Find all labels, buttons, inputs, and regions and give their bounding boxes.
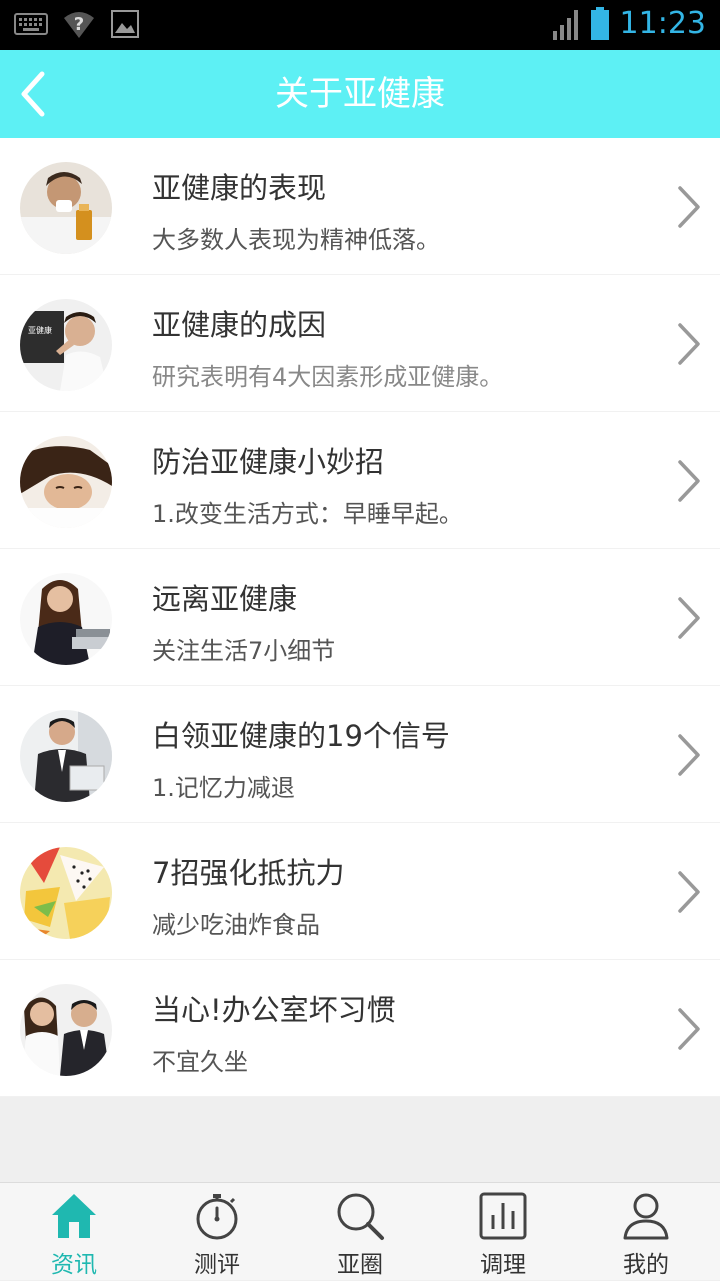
article-summary: 研究表明有4大因素形成亚健康。 <box>152 363 504 391</box>
chevron-right-icon <box>678 1008 700 1050</box>
tab-label: 我的 <box>623 1252 669 1278</box>
search-icon <box>337 1193 384 1240</box>
app-bar: 关于亚健康 <box>0 50 720 138</box>
article-summary: 1.记忆力减退 <box>152 774 295 802</box>
article-thumbnail: 亚健康 <box>20 299 112 391</box>
article-summary: 大多数人表现为精神低落。 <box>152 226 440 254</box>
status-bar: ? 11:23 <box>0 0 720 50</box>
stopwatch-icon <box>196 1194 238 1240</box>
article-summary: 1.改变生活方式：早睡早起。 <box>152 500 463 528</box>
list-item[interactable]: 远离亚健康 关注生活7小细节 <box>0 549 720 686</box>
battery-icon <box>590 6 609 40</box>
article-title: 白领亚健康的19个信号 <box>152 719 450 753</box>
image-icon <box>111 10 139 38</box>
chart-icon <box>479 1192 527 1240</box>
tab-care[interactable]: 调理 <box>431 1183 575 1281</box>
home-icon <box>52 1194 96 1238</box>
article-summary: 不宜久坐 <box>152 1048 248 1076</box>
list-item[interactable]: 亚健康 亚健康的成因 研究表明有4大因素形成亚健康。 <box>0 275 720 412</box>
tab-label: 调理 <box>480 1252 526 1278</box>
chevron-right-icon <box>678 460 700 502</box>
list-item[interactable]: 当心!办公室坏习惯 不宜久坐 <box>0 960 720 1097</box>
chevron-right-icon <box>678 597 700 639</box>
article-summary: 减少吃油炸食品 <box>152 911 320 939</box>
tab-news[interactable]: 资讯 <box>2 1183 146 1281</box>
tab-label: 测评 <box>194 1252 240 1278</box>
article-thumbnail <box>20 710 112 802</box>
page-title: 关于亚健康 <box>275 74 445 114</box>
svg-text:亚健康: 亚健康 <box>28 325 52 335</box>
bottom-tab-bar: 资讯 测评 亚圈 调理 我的 <box>0 1182 720 1280</box>
tab-profile[interactable]: 我的 <box>574 1183 718 1281</box>
article-thumbnail <box>20 436 112 528</box>
chevron-right-icon <box>678 323 700 365</box>
article-title: 远离亚健康 <box>152 582 298 616</box>
tab-circle[interactable]: 亚圈 <box>288 1183 432 1281</box>
chevron-right-icon <box>678 734 700 776</box>
signal-icon <box>552 9 578 40</box>
svg-text:?: ? <box>74 14 84 35</box>
article-title: 亚健康的成因 <box>152 308 327 342</box>
article-list: 亚健康的表现 大多数人表现为精神低落。 亚健康 亚健康的成因 研究表明有4大因素… <box>0 138 720 1097</box>
tab-label: 资讯 <box>51 1252 97 1278</box>
keyboard-icon <box>14 13 48 35</box>
chevron-right-icon <box>678 186 700 228</box>
article-title: 防治亚健康小妙招 <box>152 445 385 479</box>
chevron-right-icon <box>678 871 700 913</box>
tab-assessment[interactable]: 测评 <box>145 1183 289 1281</box>
article-title: 当心!办公室坏习惯 <box>152 993 396 1027</box>
article-thumbnail <box>20 847 112 939</box>
list-item[interactable]: 白领亚健康的19个信号 1.记忆力减退 <box>0 686 720 823</box>
article-title: 亚健康的表现 <box>152 171 327 205</box>
article-title: 7招强化抵抗力 <box>152 856 345 890</box>
article-thumbnail <box>20 573 112 665</box>
tab-label: 亚圈 <box>337 1252 383 1278</box>
list-item[interactable]: 亚健康的表现 大多数人表现为精神低落。 <box>0 138 720 275</box>
wifi-unknown-icon: ? <box>64 12 94 38</box>
list-item[interactable]: 7招强化抵抗力 减少吃油炸食品 <box>0 823 720 960</box>
article-summary: 关注生活7小细节 <box>152 637 336 665</box>
status-time: 11:23 <box>619 6 706 41</box>
list-item[interactable]: 防治亚健康小妙招 1.改变生活方式：早睡早起。 <box>0 412 720 549</box>
article-thumbnail <box>20 984 112 1076</box>
article-thumbnail <box>20 162 112 254</box>
user-icon <box>623 1193 669 1240</box>
